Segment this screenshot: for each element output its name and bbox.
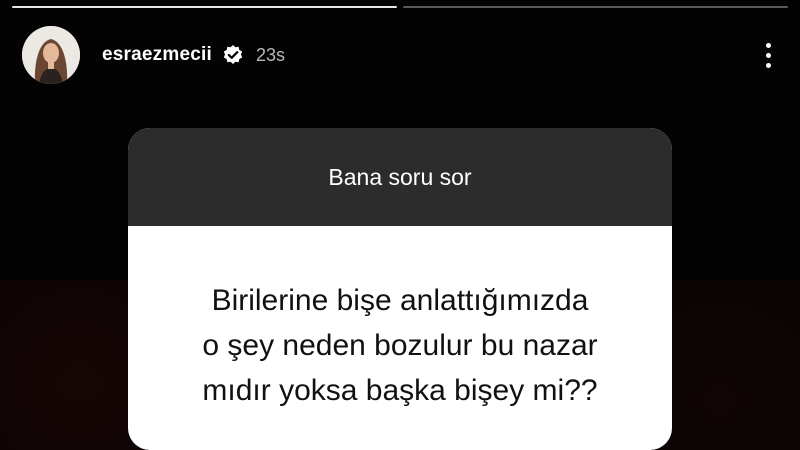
question-line: o şey neden bozulur bu nazar	[202, 328, 598, 362]
story-timestamp: 23s	[255, 44, 285, 65]
question-line: mıdır yoksa başka bişey mi??	[202, 373, 598, 407]
question-sticker[interactable]: Bana soru sor Birilerine bişe anlattığım…	[128, 128, 672, 450]
username[interactable]: esraezmecii	[102, 44, 212, 66]
question-prompt: Bana soru sor	[328, 163, 472, 190]
verified-badge-icon	[222, 44, 244, 66]
question-line: Birilerine bişe anlattığımızda	[211, 283, 589, 317]
story-progress-bar	[12, 6, 788, 9]
question-sticker-header: Bana soru sor	[128, 128, 672, 226]
more-vertical-icon[interactable]	[758, 37, 778, 73]
avatar[interactable]	[22, 26, 80, 84]
progress-segment	[12, 6, 397, 8]
progress-segment	[403, 6, 788, 8]
story-view[interactable]: esraezmecii 23s Bana soru sor Birilerine…	[0, 0, 800, 450]
story-header: esraezmecii 23s	[22, 24, 778, 86]
question-sticker-body: Birilerine bişe anlattığımızda o şey ned…	[128, 226, 672, 450]
question-text: Birilerine bişe anlattığımızda o şey ned…	[202, 278, 597, 413]
